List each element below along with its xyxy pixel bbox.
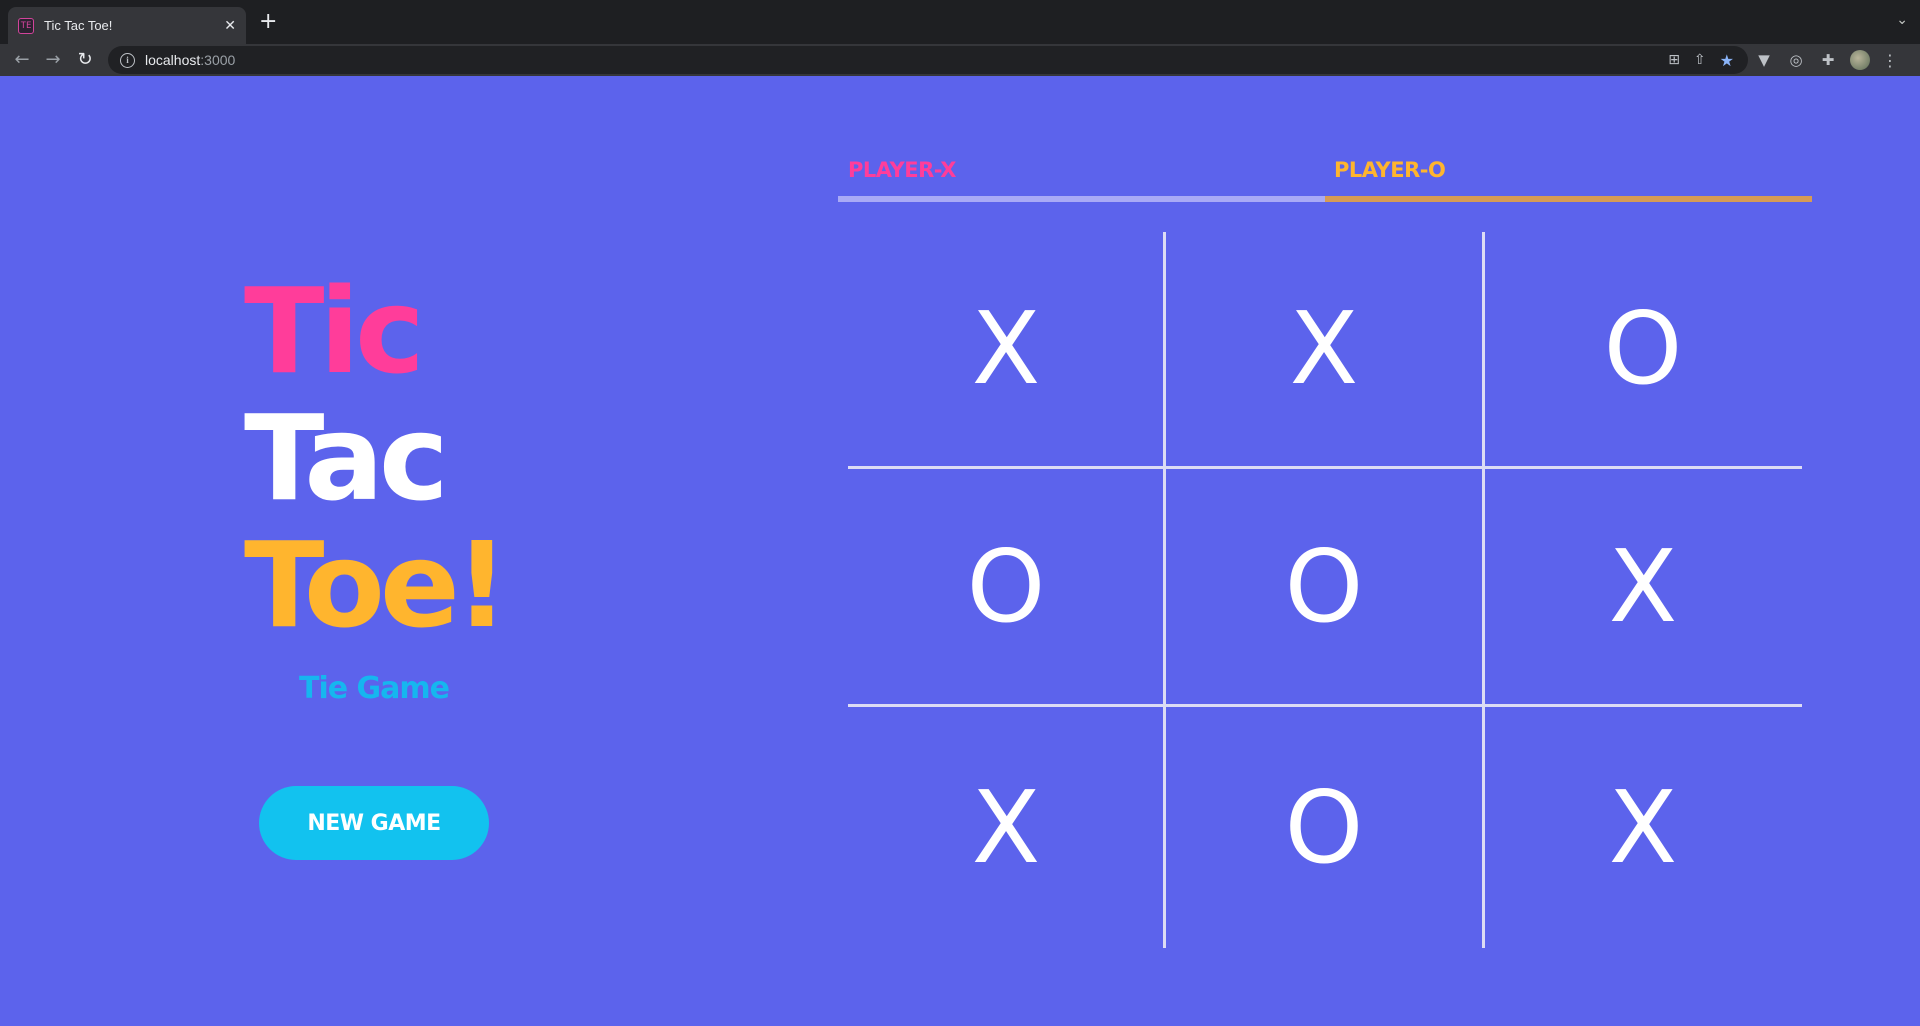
url-port: :3000 [200,52,236,68]
browser-menu-kebab-icon[interactable]: ⋮ [1882,51,1898,70]
browser-toolbar: ← → ↻ i localhost:3000 ⊞ ⇧ ★ ▼ ◎ ✚ ⋮ [0,44,1920,76]
forward-arrow-icon[interactable]: → [41,48,65,72]
address-bar[interactable]: i localhost:3000 ⊞ ⇧ ★ [108,46,1748,74]
browser-tab[interactable]: TE Tic Tac Toe! ✕ [8,7,246,44]
board-cell-7[interactable]: X [848,707,1164,948]
title-word-toe: Toe! [244,516,509,654]
translate-icon[interactable]: ⊞ [1668,52,1680,68]
board-cell-6[interactable]: X [1485,469,1801,704]
extensions-puzzle-icon[interactable]: ✚ [1818,51,1838,69]
new-tab-plus-icon[interactable]: + [259,10,277,34]
site-info-icon[interactable]: i [120,52,135,68]
title-word-tac: Tac [244,389,449,527]
extension-target-icon[interactable]: ◎ [1786,51,1806,69]
app-favicon-icon: TE [18,17,34,34]
profile-avatar[interactable] [1850,50,1870,70]
player-o-indicator-bar [1325,196,1812,202]
board-cell-8[interactable]: O [1166,707,1482,948]
app-root: Tic Tac Toe! Tie Game NEW GAME PLAYER-X … [0,76,1920,1026]
title-word-tic: Tic [244,262,425,400]
board-cell-3[interactable]: O [1485,232,1801,466]
share-icon[interactable]: ⇧ [1694,52,1706,68]
board-cell-2[interactable]: X [1166,232,1482,466]
close-tab-icon[interactable]: ✕ [224,18,236,34]
tab-search-chevron-down-icon[interactable]: ⌄ [1896,12,1908,28]
tab-title: Tic Tac Toe! [44,18,113,33]
back-arrow-icon[interactable]: ← [10,48,34,72]
game-status: Tie Game [298,671,450,706]
browser-tab-bar: TE Tic Tac Toe! ✕ + ⌄ [0,0,1920,44]
reload-icon[interactable]: ↻ [73,48,97,72]
url-host: localhost [145,52,201,68]
bookmark-star-icon[interactable]: ★ [1720,51,1734,70]
player-o-label: PLAYER-O [1334,158,1446,182]
player-x-label: PLAYER-X [848,158,956,182]
board-cell-1[interactable]: X [848,232,1164,466]
vue-devtools-extension-icon[interactable]: ▼ [1754,51,1774,69]
board-cell-5[interactable]: O [1166,469,1482,704]
game-board: X X O O O X X O X [848,232,1802,948]
board-cell-4[interactable]: O [848,469,1164,704]
player-x-indicator-bar [838,196,1325,202]
new-game-button[interactable]: NEW GAME [259,786,489,860]
board-cell-9[interactable]: X [1485,707,1801,948]
